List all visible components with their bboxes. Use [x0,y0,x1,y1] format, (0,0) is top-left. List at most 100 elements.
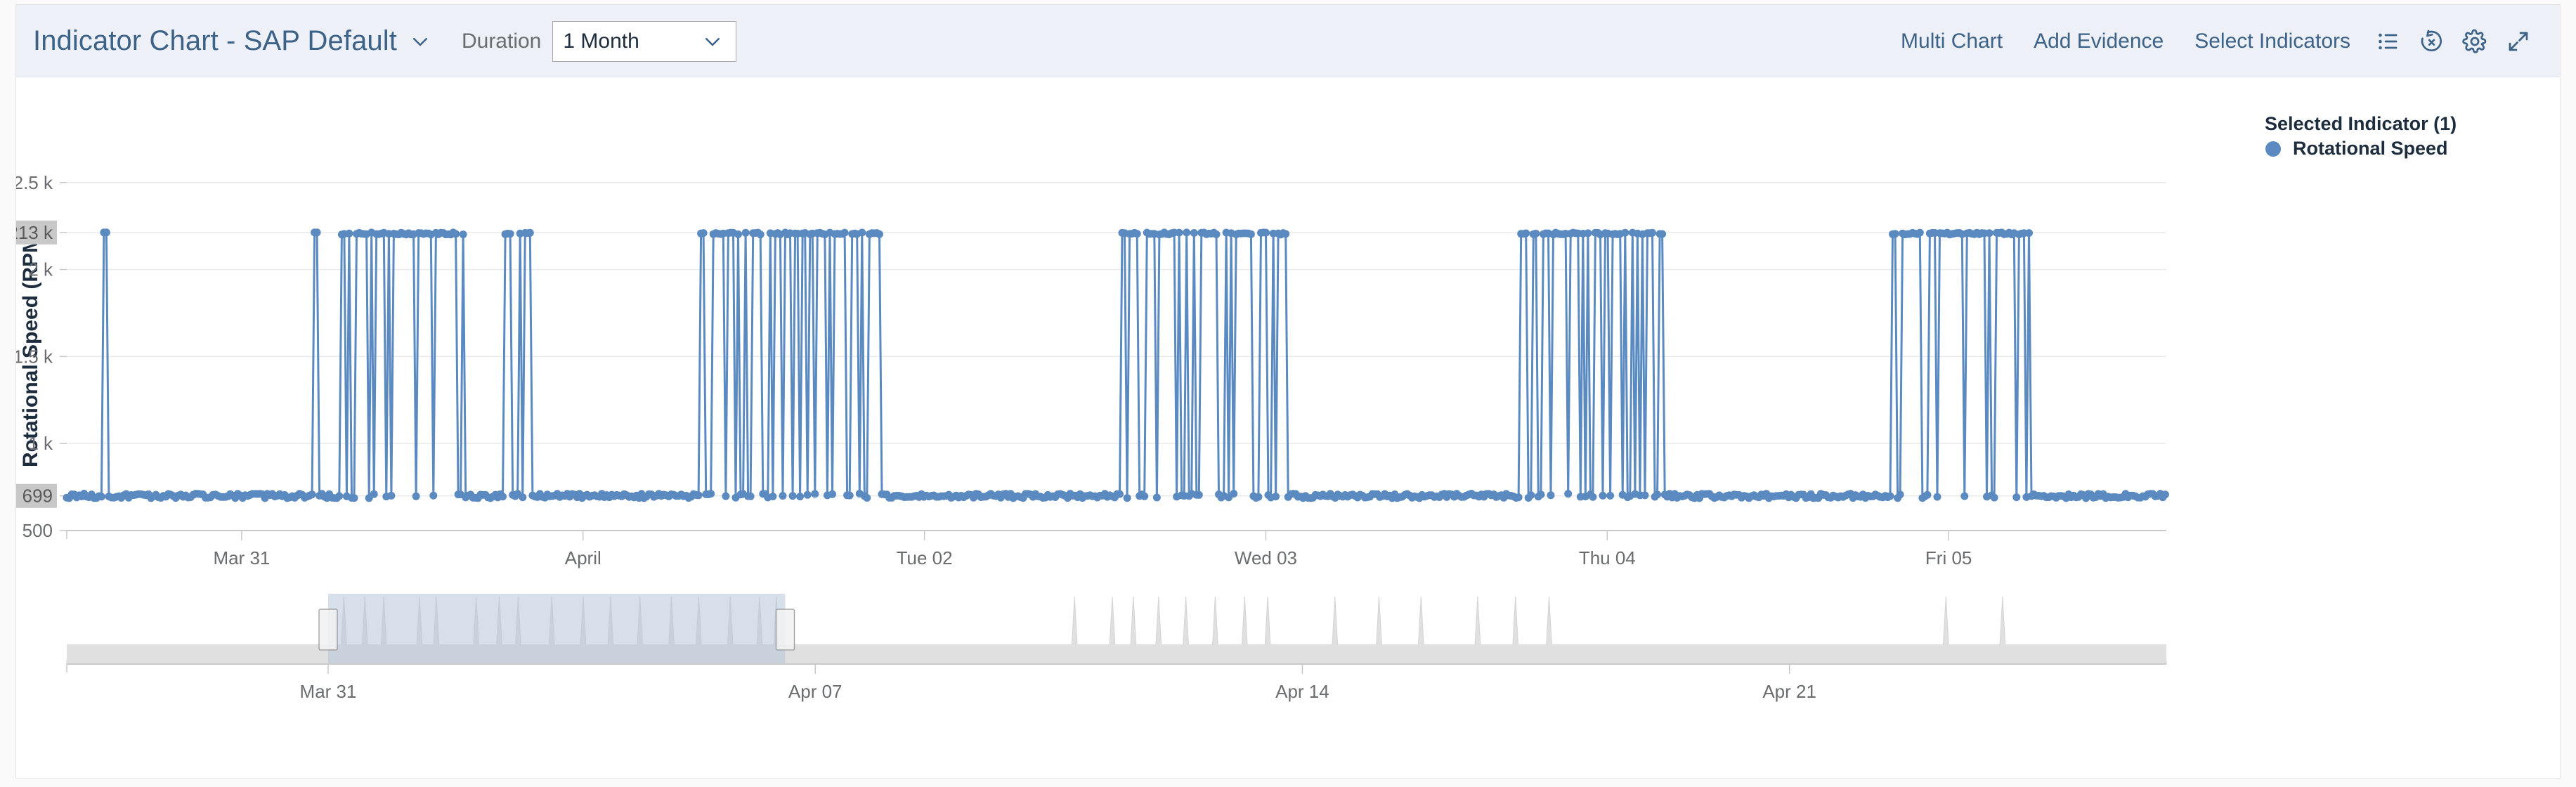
data-point-marker[interactable] [335,492,344,500]
select-indicators-button[interactable]: Select Indicators [2179,30,2366,53]
data-point-marker[interactable] [746,492,755,500]
bullet-list-icon[interactable] [2366,20,2409,63]
data-point-marker[interactable] [1896,490,1904,499]
data-point-marker[interactable] [1195,490,1203,499]
data-point-marker[interactable] [722,492,730,500]
data-point-marker[interactable] [1606,491,1615,500]
gear-icon[interactable] [2453,20,2497,63]
data-point-marker[interactable] [1641,491,1649,500]
fullscreen-icon[interactable] [2497,20,2540,63]
chevron-down-icon[interactable] [702,31,723,52]
data-point-marker[interactable] [1589,493,1597,501]
navigator-tick-label: Mar 31 [300,681,357,702]
data-point-marker[interactable] [1658,230,1667,238]
data-point-marker[interactable] [1923,490,1932,499]
data-point-marker[interactable] [1254,493,1263,501]
data-point-marker[interactable] [350,494,358,502]
data-point-marker[interactable] [308,490,316,499]
data-point-marker[interactable] [370,490,378,498]
data-point-marker[interactable] [1527,491,1535,500]
data-point-marker[interactable] [858,228,866,237]
data-point-marker[interactable] [1514,493,1523,502]
data-point-marker[interactable] [499,493,507,501]
reset-history-icon[interactable] [2409,20,2453,63]
data-point-marker[interactable] [1915,228,1924,237]
data-point-marker[interactable] [1262,228,1270,237]
data-point-marker[interactable] [840,228,849,237]
data-point-marker[interactable] [828,490,836,498]
data-point-marker[interactable] [876,230,883,238]
data-point-marker[interactable] [459,230,467,239]
data-point-marker[interactable] [345,229,353,238]
data-point-marker[interactable] [769,493,777,500]
indicator-line-chart[interactable]: Rotational Speed (RPM)2.5 k2.213 k2 k1.5… [16,77,2560,777]
data-point-marker[interactable] [526,228,534,237]
data-point-marker[interactable] [707,490,715,498]
data-point-marker[interactable] [741,228,750,237]
data-point-marker[interactable] [1653,490,1662,499]
data-point-marker[interactable] [734,230,742,238]
data-point-marker[interactable] [1175,228,1183,237]
data-point-marker[interactable] [1886,492,1894,500]
data-point-marker[interactable] [1648,228,1656,237]
navigator-handle-left[interactable] [318,609,338,651]
data-point-marker[interactable] [1212,230,1221,238]
data-point-marker[interactable] [506,230,514,238]
data-point-marker[interactable] [1990,493,1998,502]
duration-select[interactable]: 1 Month [552,20,737,62]
data-point-marker[interactable] [694,491,703,500]
data-point-marker[interactable] [1133,230,1141,238]
data-point-marker[interactable] [756,230,765,239]
data-point-marker[interactable] [2161,490,2169,499]
data-point-marker[interactable] [1282,230,1290,238]
data-point-marker[interactable] [1140,492,1149,500]
data-point-marker[interactable] [1960,492,1969,500]
chart-plot-area[interactable]: Rotational Speed (RPM)2.5 k2.213 k2 k1.5… [16,77,2560,778]
data-point-marker[interactable] [2025,229,2033,238]
data-point-marker[interactable] [803,490,812,499]
navigator-selection-mask[interactable] [328,594,786,664]
navigator-handle-right[interactable] [775,609,795,651]
data-point-marker[interactable] [811,490,819,498]
data-point-marker[interactable] [699,229,708,238]
data-point-marker[interactable] [412,492,420,500]
data-point-marker[interactable] [1621,228,1629,237]
data-point-marker[interactable] [452,230,460,238]
data-point-marker[interactable] [97,493,105,501]
data-point-marker[interactable] [1272,493,1280,501]
data-point-marker[interactable] [1190,229,1198,237]
data-point-marker[interactable] [1985,229,1993,238]
data-point-marker[interactable] [1547,491,1555,500]
multi-chart-button[interactable]: Multi Chart [1885,30,2018,53]
data-point-marker[interactable] [1891,230,1899,238]
add-evidence-button[interactable]: Add Evidence [2018,30,2179,53]
data-point-marker[interactable] [1230,490,1238,498]
data-point-marker[interactable] [313,228,321,237]
data-point-marker[interactable] [1537,490,1545,499]
data-point-marker[interactable] [1532,229,1540,238]
data-point-marker[interactable] [387,491,396,500]
data-point-marker[interactable] [1933,493,1941,501]
data-point-marker[interactable] [1522,229,1530,238]
legend-item-label[interactable]: Rotational Speed [2293,138,2448,159]
chevron-down-icon[interactable] [410,31,431,52]
data-point-marker[interactable] [1123,494,1131,502]
data-point-marker[interactable] [2012,493,2021,502]
data-point-marker[interactable] [788,492,797,500]
data-point-marker[interactable] [1152,493,1161,502]
legend-marker-icon[interactable] [2265,141,2281,157]
data-point-marker[interactable] [1584,229,1592,238]
data-point-marker[interactable] [1599,491,1607,500]
data-point-marker[interactable] [845,491,854,500]
data-point-marker[interactable] [102,228,110,237]
range-navigator[interactable]: Mar 31 Apr 07 Apr 14 Apr 21 [66,594,2167,702]
data-point-marker[interactable] [1247,230,1255,238]
data-point-marker[interactable] [779,492,787,500]
data-point-marker[interactable] [1564,490,1573,498]
data-point-marker[interactable] [1116,490,1124,498]
data-point-marker[interactable] [429,491,438,500]
data-point-marker[interactable] [863,494,871,502]
data-point-marker[interactable] [796,493,805,501]
data-point-marker[interactable] [1183,228,1191,237]
data-point-marker[interactable] [519,493,527,502]
